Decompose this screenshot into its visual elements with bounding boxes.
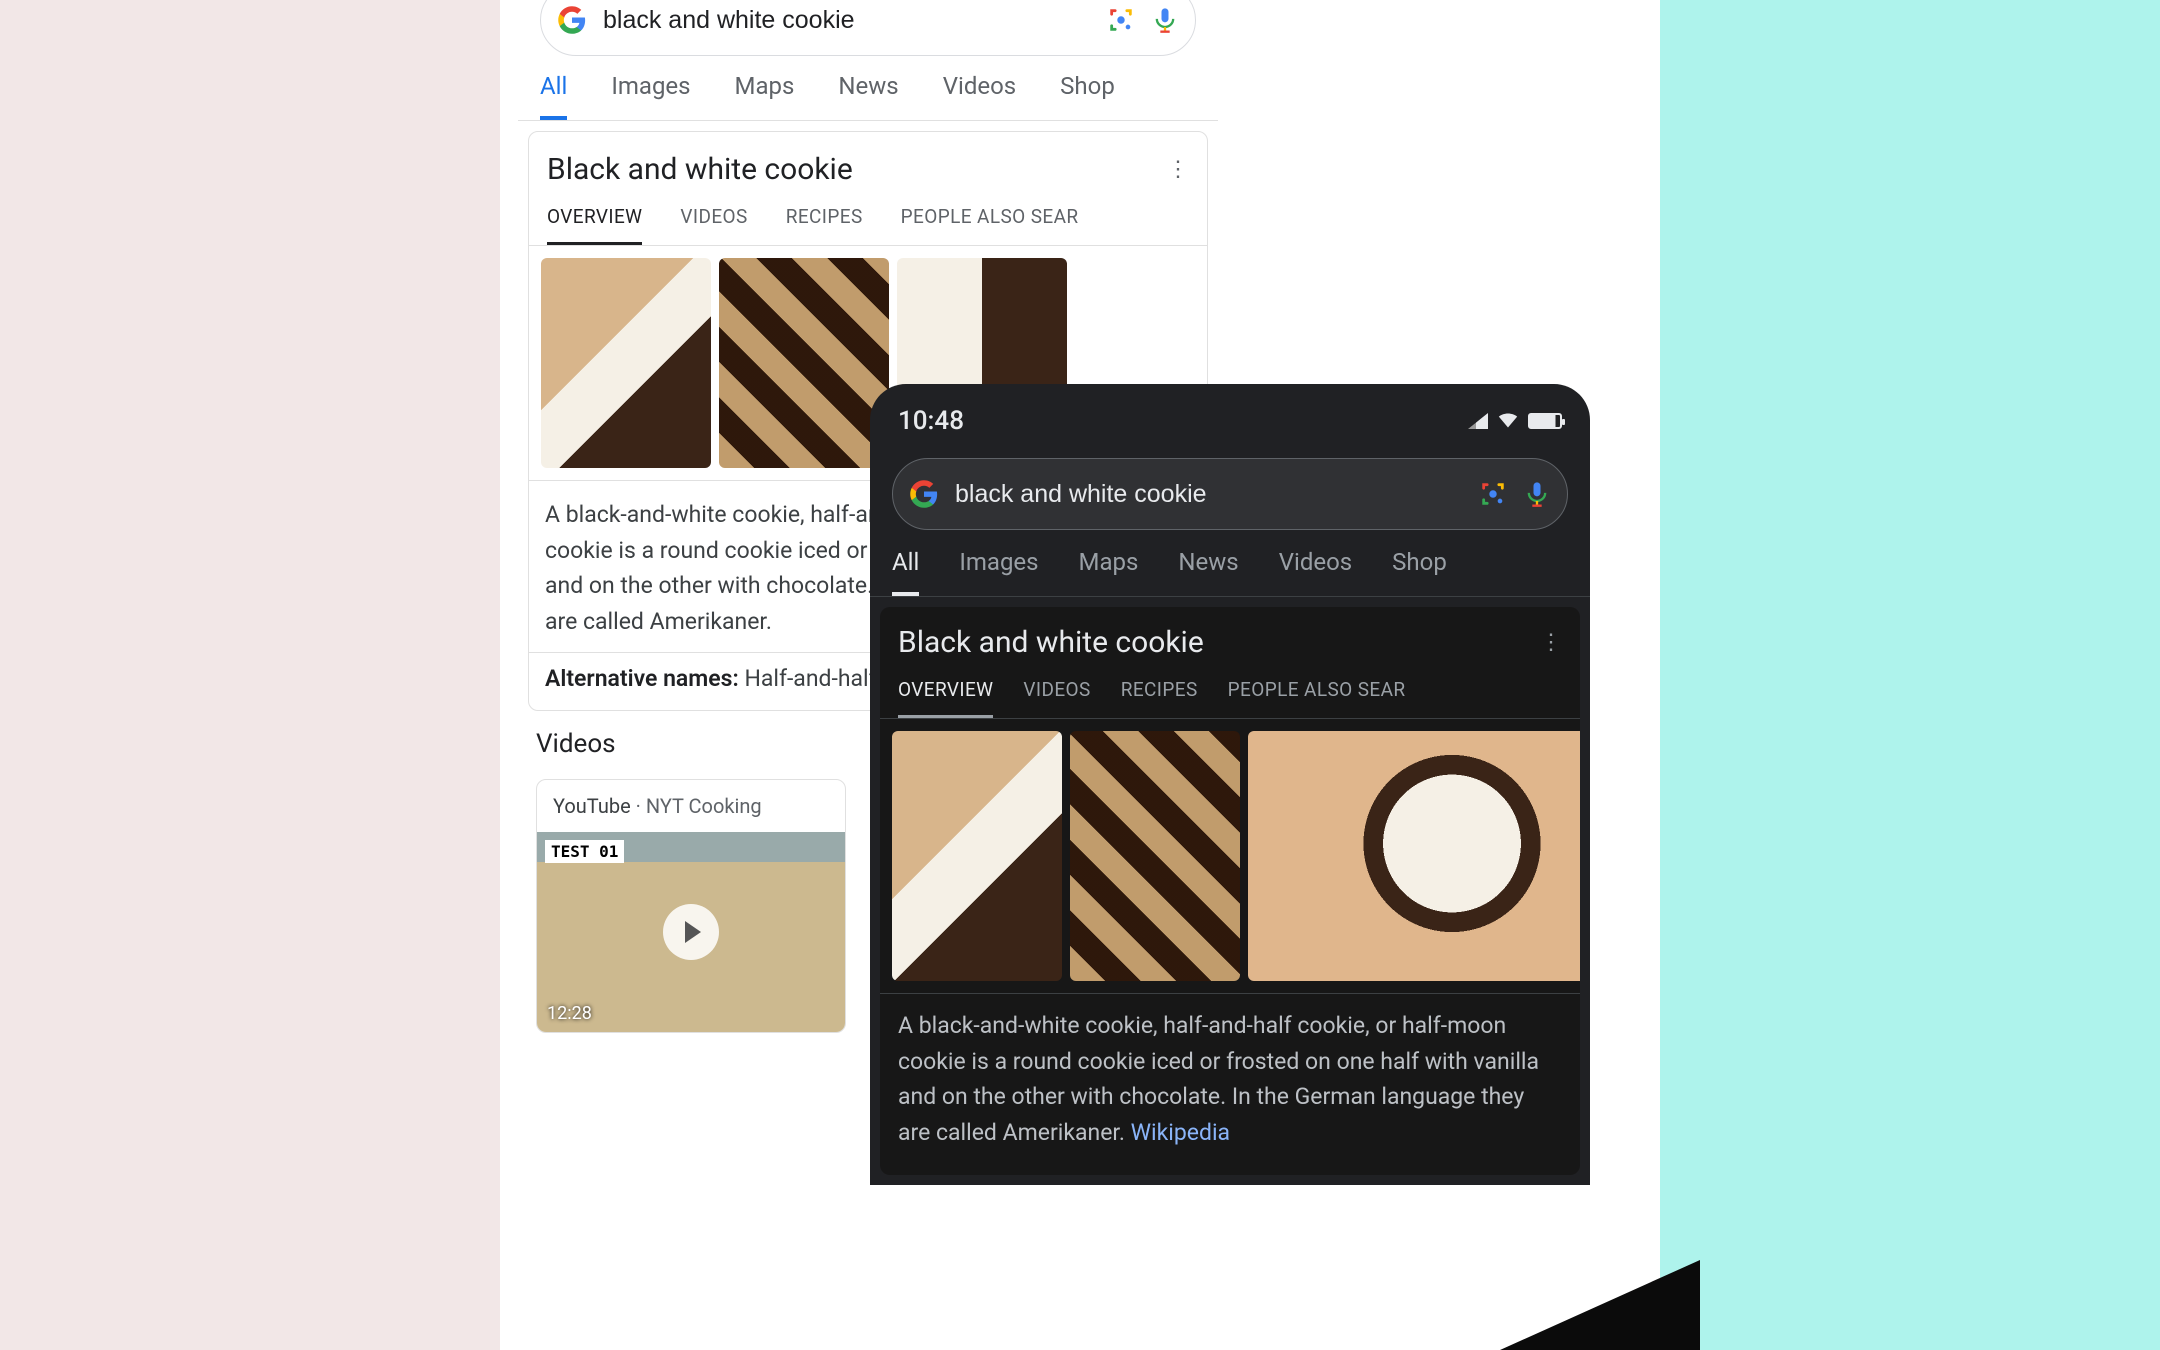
knowledge-title: Black and white cookie xyxy=(547,152,853,187)
subtab-recipes[interactable]: RECIPES xyxy=(1121,678,1198,718)
play-icon[interactable] xyxy=(663,904,719,960)
status-bar: 10:48 xyxy=(870,384,1590,444)
video-thumbnail[interactable]: TEST 01 12:28 xyxy=(537,832,845,1032)
tab-videos[interactable]: Videos xyxy=(1279,548,1352,596)
knowledge-panel: Black and white cookie ⋮ OVERVIEW VIDEOS… xyxy=(880,607,1580,1175)
subtab-people-also[interactable]: PEOPLE ALSO SEAR xyxy=(901,205,1079,245)
google-search-dark: 10:48 All Images Maps News Videos Shop B… xyxy=(870,384,1590,1185)
subtab-overview[interactable]: OVERVIEW xyxy=(898,678,993,718)
background-right xyxy=(1660,0,2160,1350)
more-options-icon[interactable]: ⋮ xyxy=(1167,157,1189,182)
subtab-videos[interactable]: VIDEOS xyxy=(1023,678,1090,718)
status-time: 10:48 xyxy=(898,406,964,436)
result-image[interactable] xyxy=(1070,731,1240,981)
google-logo-icon xyxy=(909,479,939,509)
tab-shopping[interactable]: Shop xyxy=(1392,548,1447,596)
wifi-icon xyxy=(1498,409,1518,433)
video-card[interactable]: YouTube · NYT Cooking TEST 01 12:28 xyxy=(536,779,846,1033)
tab-all[interactable]: All xyxy=(892,548,919,596)
google-lens-icon[interactable] xyxy=(1479,480,1507,508)
result-image[interactable] xyxy=(719,258,889,468)
subtab-people-also[interactable]: PEOPLE ALSO SEAR xyxy=(1228,678,1406,718)
tab-images[interactable]: Images xyxy=(611,72,690,120)
search-tabs: All Images Maps News Videos Shop xyxy=(518,66,1218,121)
result-image[interactable] xyxy=(1248,731,1580,981)
subtab-recipes[interactable]: RECIPES xyxy=(786,205,863,245)
tab-news[interactable]: News xyxy=(1178,548,1238,596)
signal-icon xyxy=(1468,413,1488,429)
knowledge-image-carousel[interactable] xyxy=(880,719,1580,993)
altnames-value: Half-and-half xyxy=(739,665,877,692)
tab-news[interactable]: News xyxy=(838,72,898,120)
background-left xyxy=(0,0,500,1350)
search-input[interactable] xyxy=(955,480,1463,509)
knowledge-title: Black and white cookie xyxy=(898,625,1204,660)
video-duration: 12:28 xyxy=(547,1003,592,1024)
google-lens-icon[interactable] xyxy=(1107,6,1135,34)
subtab-overview[interactable]: OVERVIEW xyxy=(547,205,642,245)
tab-all[interactable]: All xyxy=(540,72,567,120)
tab-maps[interactable]: Maps xyxy=(1079,548,1139,596)
tab-videos[interactable]: Videos xyxy=(943,72,1016,120)
video-source-line: YouTube · NYT Cooking xyxy=(537,780,845,832)
search-tabs: All Images Maps News Videos Shop xyxy=(870,540,1590,597)
video-source: YouTube xyxy=(553,794,631,818)
video-badge: TEST 01 xyxy=(545,840,624,863)
subtab-videos[interactable]: VIDEOS xyxy=(680,205,747,245)
video-channel-sep: · xyxy=(631,794,646,818)
wikipedia-link[interactable]: Wikipedia xyxy=(1131,1119,1230,1146)
more-options-icon[interactable]: ⋮ xyxy=(1540,630,1562,655)
search-bar[interactable] xyxy=(540,0,1196,56)
search-input[interactable] xyxy=(603,6,1091,35)
knowledge-description: A black-and-white cookie, half-and-half … xyxy=(880,993,1580,1175)
knowledge-subtabs: OVERVIEW VIDEOS RECIPES PEOPLE ALSO SEAR xyxy=(529,195,1207,246)
microphone-icon[interactable] xyxy=(1151,6,1179,34)
altnames-label: Alternative names: xyxy=(545,665,739,692)
google-logo-icon xyxy=(557,5,587,35)
result-image[interactable] xyxy=(892,731,1062,981)
result-image[interactable] xyxy=(541,258,711,468)
tab-images[interactable]: Images xyxy=(959,548,1038,596)
battery-icon xyxy=(1528,413,1562,429)
tab-shopping[interactable]: Shop xyxy=(1060,72,1115,120)
tab-maps[interactable]: Maps xyxy=(735,72,795,120)
microphone-icon[interactable] xyxy=(1523,480,1551,508)
video-channel: NYT Cooking xyxy=(646,794,762,818)
knowledge-subtabs: OVERVIEW VIDEOS RECIPES PEOPLE ALSO SEAR xyxy=(880,666,1580,719)
search-bar[interactable] xyxy=(892,458,1568,530)
